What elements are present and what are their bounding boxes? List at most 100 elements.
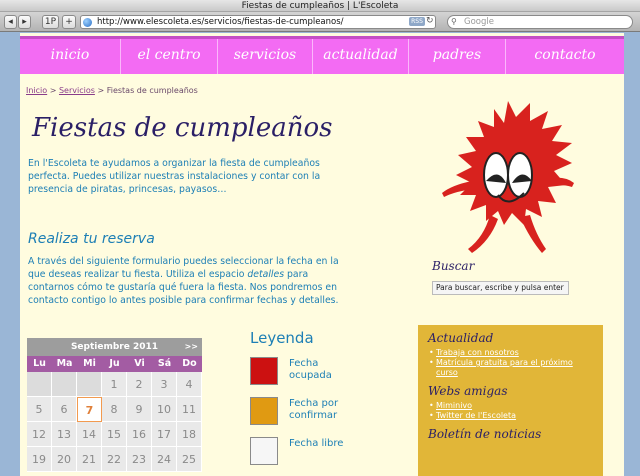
legend-item: Fecha libre bbox=[250, 435, 343, 475]
main-nav: inicio el centro servicios actualidad pa… bbox=[20, 36, 624, 74]
calendar-next-button[interactable]: >> bbox=[185, 338, 198, 356]
calendar-day[interactable]: 12 bbox=[27, 422, 52, 447]
breadcrumb: Inicio > Servicios > Fiestas de cumpleañ… bbox=[26, 86, 198, 95]
browser-toolbar: ◂ ▸ 1P + http://www.elescoleta.es/servic… bbox=[0, 12, 640, 32]
calendar-day[interactable]: 4 bbox=[177, 372, 202, 397]
calendar-empty-cell bbox=[77, 372, 102, 397]
calendar-day[interactable]: 5 bbox=[27, 397, 52, 422]
legend-swatch bbox=[250, 397, 278, 425]
mascot-illustration bbox=[442, 101, 574, 253]
calendar-day[interactable]: 25 bbox=[177, 447, 202, 472]
sidebar-news-link[interactable]: Trabaja con nosotros bbox=[436, 348, 519, 357]
calendar-empty-cell bbox=[27, 372, 52, 397]
sidebar-box: Actualidad Trabaja con nosotros Matrícul… bbox=[418, 325, 603, 476]
reserve-text: A través del siguiente formulario puedes… bbox=[28, 255, 348, 307]
calendar-day[interactable]: 19 bbox=[27, 447, 52, 472]
site-search-input[interactable]: Para buscar, escribe y pulsa enter bbox=[432, 281, 569, 295]
breadcrumb-home-link[interactable]: Inicio bbox=[26, 86, 47, 95]
legend-swatch bbox=[250, 437, 278, 465]
breadcrumb-services-link[interactable]: Servicios bbox=[59, 86, 95, 95]
breadcrumb-separator: > bbox=[47, 86, 59, 95]
legend-item: Fecha por confirmar bbox=[250, 395, 338, 435]
weekday: Ma bbox=[56, 358, 73, 369]
weekday: Lu bbox=[33, 358, 46, 369]
url-field[interactable]: http://www.elescoleta.es/servicios/fiest… bbox=[80, 15, 436, 29]
calendar-day[interactable]: 22 bbox=[102, 447, 127, 472]
legend-title: Leyenda bbox=[250, 329, 314, 347]
weekday: Mi bbox=[83, 358, 96, 369]
calendar-day[interactable]: 21 bbox=[77, 447, 102, 472]
search-title: Buscar bbox=[432, 259, 475, 273]
calendar-header: Septiembre 2011 >> bbox=[27, 338, 202, 356]
back-button[interactable]: ◂ bbox=[4, 15, 17, 29]
weekday: Ju bbox=[109, 358, 120, 369]
breadcrumb-separator: > bbox=[94, 86, 107, 95]
nav-item-padres[interactable]: padres bbox=[409, 39, 506, 74]
nav-item-el-centro[interactable]: el centro bbox=[121, 39, 218, 74]
window-title: Fiestas de cumpleaños | L'Escoleta bbox=[0, 0, 640, 12]
calendar-day[interactable]: 18 bbox=[177, 422, 202, 447]
calendar-grid: 1 2 3 4 5 6 7 8 9 10 11 12 13 14 15 16 17 18 19 20 21 22 23 24 2… bbox=[27, 372, 202, 472]
calendar-day[interactable]: 16 bbox=[127, 422, 152, 447]
calendar-day[interactable]: 20 bbox=[52, 447, 77, 472]
page-content: inicio el centro servicios actualidad pa… bbox=[20, 33, 624, 476]
rss-icon[interactable]: RSS bbox=[409, 17, 425, 26]
reload-icon[interactable]: ↻ bbox=[426, 16, 434, 26]
legend-label: Fecha por confirmar bbox=[289, 398, 339, 421]
forward-button[interactable]: ▸ bbox=[18, 15, 31, 29]
sidebar-friends-link[interactable]: Twitter de l'Escoleta bbox=[436, 411, 516, 420]
calendar-day[interactable]: 15 bbox=[102, 422, 127, 447]
calendar-legend: Leyenda Fecha ocupada Fecha por confirma… bbox=[250, 329, 343, 475]
magnifier-icon: ⚲ bbox=[451, 17, 457, 26]
legend-item: Fecha ocupada bbox=[250, 355, 332, 395]
calendar-day[interactable]: 13 bbox=[52, 422, 77, 447]
sidebar-friends-link[interactable]: Miminivo bbox=[436, 401, 472, 410]
calendar-day[interactable]: 11 bbox=[177, 397, 202, 422]
sidebar-friends-list: Miminivo Twitter de l'Escoleta bbox=[428, 401, 593, 421]
globe-icon bbox=[83, 18, 92, 27]
sidebar-friends-item[interactable]: Twitter de l'Escoleta bbox=[428, 411, 593, 421]
sidebar-friends-title: Webs amigas bbox=[428, 384, 508, 398]
sidebar-news-item[interactable]: Matrícula gratuita para el próximo curso bbox=[428, 358, 593, 378]
breadcrumb-current: Fiestas de cumpleaños bbox=[106, 86, 198, 95]
sidebar-news-item[interactable]: Trabaja con nosotros bbox=[428, 348, 593, 358]
calendar-month: Septiembre 2011 bbox=[70, 342, 159, 352]
booking-calendar: Septiembre 2011 >> Lu Ma Mi Ju Vi Sá Do … bbox=[27, 338, 202, 472]
onepassword-button[interactable]: 1P bbox=[42, 15, 59, 29]
calendar-day[interactable]: 1 bbox=[102, 372, 127, 397]
nav-item-inicio[interactable]: inicio bbox=[20, 39, 121, 74]
sidebar-news-link[interactable]: Matrícula gratuita para el próximo curso bbox=[436, 358, 573, 377]
weekday: Vi bbox=[134, 358, 145, 369]
add-bookmark-button[interactable]: + bbox=[62, 15, 76, 29]
calendar-day[interactable]: 17 bbox=[152, 422, 177, 447]
calendar-day[interactable]: 24 bbox=[152, 447, 177, 472]
calendar-day[interactable]: 10 bbox=[152, 397, 177, 422]
sidebar-news-list: Trabaja con nosotros Matrícula gratuita … bbox=[428, 348, 593, 378]
weekday: Sá bbox=[157, 358, 172, 369]
reserve-text-emphasis: detalles bbox=[247, 269, 285, 280]
legend-label: Fecha ocupada bbox=[289, 358, 332, 381]
sidebar-friends-item[interactable]: Miminivo bbox=[428, 401, 593, 411]
calendar-weekdays: Lu Ma Mi Ju Vi Sá Do bbox=[27, 356, 202, 372]
web-search-input[interactable]: Google bbox=[447, 15, 633, 29]
calendar-day[interactable]: 8 bbox=[102, 397, 127, 422]
sidebar-newsletter-title: Boletín de noticias bbox=[428, 427, 542, 441]
page-title: Fiestas de cumpleaños bbox=[32, 113, 333, 143]
calendar-day[interactable]: 6 bbox=[52, 397, 77, 422]
calendar-day[interactable]: 3 bbox=[152, 372, 177, 397]
nav-item-servicios[interactable]: servicios bbox=[218, 39, 313, 74]
calendar-day[interactable]: 9 bbox=[127, 397, 152, 422]
legend-label: Fecha libre bbox=[289, 438, 344, 449]
legend-swatch bbox=[250, 357, 278, 385]
calendar-day[interactable]: 14 bbox=[77, 422, 102, 447]
intro-text: En l'Escoleta te ayudamos a organizar la… bbox=[28, 158, 321, 195]
nav-item-contacto[interactable]: contacto bbox=[506, 39, 624, 74]
calendar-day[interactable]: 23 bbox=[127, 447, 152, 472]
reserve-heading: Realiza tu reserva bbox=[28, 231, 155, 247]
weekday: Do bbox=[182, 358, 197, 369]
calendar-empty-cell bbox=[52, 372, 77, 397]
sidebar-news-title: Actualidad bbox=[428, 331, 494, 345]
calendar-day[interactable]: 7 bbox=[77, 397, 102, 422]
calendar-day[interactable]: 2 bbox=[127, 372, 152, 397]
nav-item-actualidad[interactable]: actualidad bbox=[313, 39, 409, 74]
